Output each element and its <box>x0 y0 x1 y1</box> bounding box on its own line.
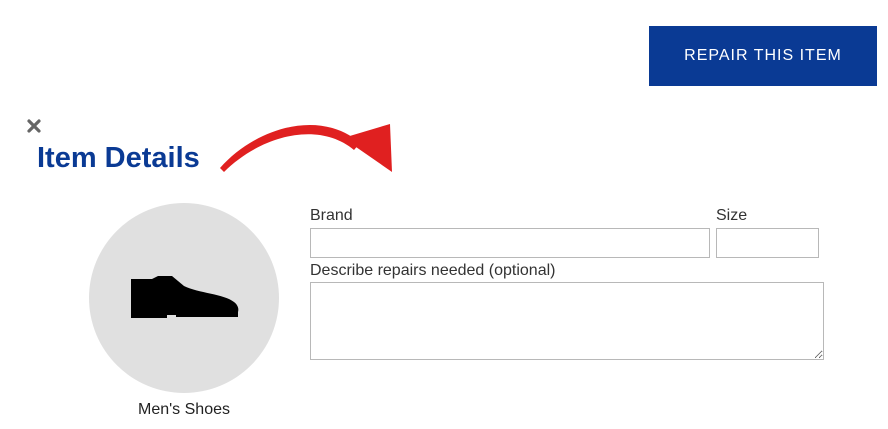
size-label: Size <box>716 207 748 224</box>
brand-input[interactable] <box>310 228 710 258</box>
shoe-icon <box>131 276 239 318</box>
item-details-title: Item Details <box>37 142 200 174</box>
brand-label: Brand <box>310 207 353 224</box>
item-image <box>89 203 279 393</box>
repair-this-item-button[interactable]: REPAIR THIS ITEM <box>649 26 877 86</box>
page: REPAIR THIS ITEM Item Details Men's Shoe… <box>0 0 888 429</box>
close-icon[interactable] <box>26 118 42 134</box>
size-input[interactable] <box>716 228 819 258</box>
curved-arrow-icon <box>220 124 392 172</box>
repairs-label: Describe repairs needed (optional) <box>310 262 556 279</box>
repairs-textarea[interactable] <box>310 282 824 360</box>
item-category-label: Men's Shoes <box>138 401 230 418</box>
